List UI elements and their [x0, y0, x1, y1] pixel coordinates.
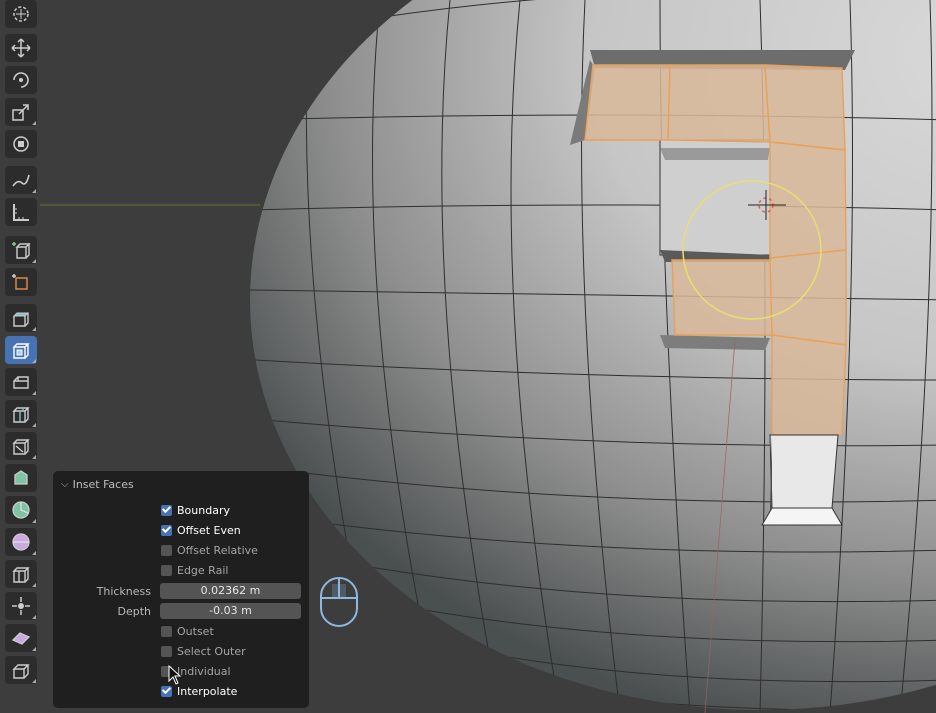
shrink-fatten-icon — [12, 597, 30, 615]
cursor-tool-button[interactable] — [5, 0, 37, 28]
offset-edge-icon — [12, 439, 30, 455]
edge-rail-label: Edge Rail — [177, 563, 229, 577]
loop-cut-icon — [12, 407, 30, 423]
thickness-label: Thickness — [96, 585, 151, 598]
interpolate-checkbox[interactable]: Interpolate — [161, 683, 237, 699]
offset-relative-checkbox[interactable]: Offset Relative — [161, 542, 258, 558]
checkbox-box[interactable] — [161, 625, 172, 637]
loop-cut-tool-button[interactable] — [5, 400, 37, 428]
edge-slide-tool-button[interactable] — [5, 560, 37, 588]
panel-header[interactable]: ⌵ Inset Faces — [61, 477, 134, 491]
spin-tool-button[interactable] — [5, 496, 37, 524]
extrude-region-icon — [12, 312, 30, 327]
extrude-region-tool-button[interactable] — [5, 304, 37, 332]
scale-icon — [12, 104, 29, 121]
checkbox-box[interactable] — [161, 524, 172, 536]
offset-even-label: Offset Even — [177, 523, 241, 537]
rotate-tool-button[interactable] — [5, 66, 37, 94]
offset-relative-label: Offset Relative — [177, 543, 258, 557]
measure-tool-button[interactable] — [5, 198, 37, 226]
depth-label: Depth — [117, 605, 151, 618]
rotate-icon — [13, 72, 29, 88]
checkbox-box[interactable] — [161, 544, 172, 556]
mouse-pointer-icon — [168, 665, 182, 685]
add-cube-tool-button[interactable] — [5, 236, 37, 264]
offset-even-checkbox[interactable]: Offset Even — [161, 522, 241, 538]
scale-tool-button[interactable] — [5, 98, 37, 126]
spin-icon — [12, 501, 30, 519]
shear-tool-button[interactable] — [5, 624, 37, 652]
checkbox-box[interactable] — [161, 645, 172, 657]
add-object-tool-button[interactable] — [5, 268, 37, 296]
to-sphere-icon — [12, 533, 30, 551]
transform-tool-button[interactable] — [5, 130, 37, 158]
bevel-icon — [13, 376, 29, 389]
outset-label: Outset — [177, 624, 214, 638]
checkbox-box[interactable] — [161, 685, 172, 697]
to-sphere-tool-button[interactable] — [5, 528, 37, 556]
interpolate-label: Interpolate — [177, 684, 238, 698]
shear-icon — [11, 632, 31, 645]
select-outer-label: Select Outer — [177, 644, 246, 658]
add-object-icon — [12, 274, 28, 290]
checkbox-box[interactable] — [161, 564, 172, 576]
poly-build-tool-button[interactable] — [5, 464, 37, 492]
inset-faces-tool-button[interactable] — [5, 336, 37, 364]
offset-edge-tool-button[interactable] — [5, 432, 37, 460]
mouse-icon — [320, 577, 358, 627]
add-cube-icon — [12, 242, 31, 259]
annotate-icon — [12, 174, 30, 187]
shrink-fatten-tool-button[interactable] — [5, 592, 37, 620]
tool-sidebar — [0, 0, 42, 713]
panel-title: Inset Faces — [72, 477, 134, 491]
edge-slide-icon — [12, 567, 30, 583]
edge-rail-checkbox[interactable]: Edge Rail — [161, 562, 228, 578]
thickness-field[interactable]: 0.02362 m — [160, 583, 301, 599]
boundary-label: Boundary — [177, 503, 230, 517]
individual-label: Individual — [177, 664, 231, 678]
boundary-checkbox[interactable]: Boundary — [161, 502, 230, 518]
annotate-tool-button[interactable] — [5, 166, 37, 194]
chevron-down-icon: ⌵ — [61, 478, 69, 490]
rip-region-icon — [12, 664, 30, 679]
transform-icon — [13, 136, 29, 152]
move-tool-button[interactable] — [5, 34, 37, 62]
checkbox-box[interactable] — [161, 504, 172, 516]
select-outer-checkbox[interactable]: Select Outer — [161, 643, 246, 659]
bevel-tool-button[interactable] — [5, 368, 37, 396]
rip-region-tool-button[interactable] — [5, 656, 37, 684]
inset-faces-icon — [12, 343, 30, 359]
cursor-icon — [13, 6, 29, 22]
outset-checkbox[interactable]: Outset — [161, 623, 214, 639]
measure-icon — [13, 204, 29, 221]
poly-build-icon — [14, 470, 28, 485]
depth-field[interactable]: -0.03 m — [160, 603, 301, 619]
move-icon — [11, 38, 31, 58]
